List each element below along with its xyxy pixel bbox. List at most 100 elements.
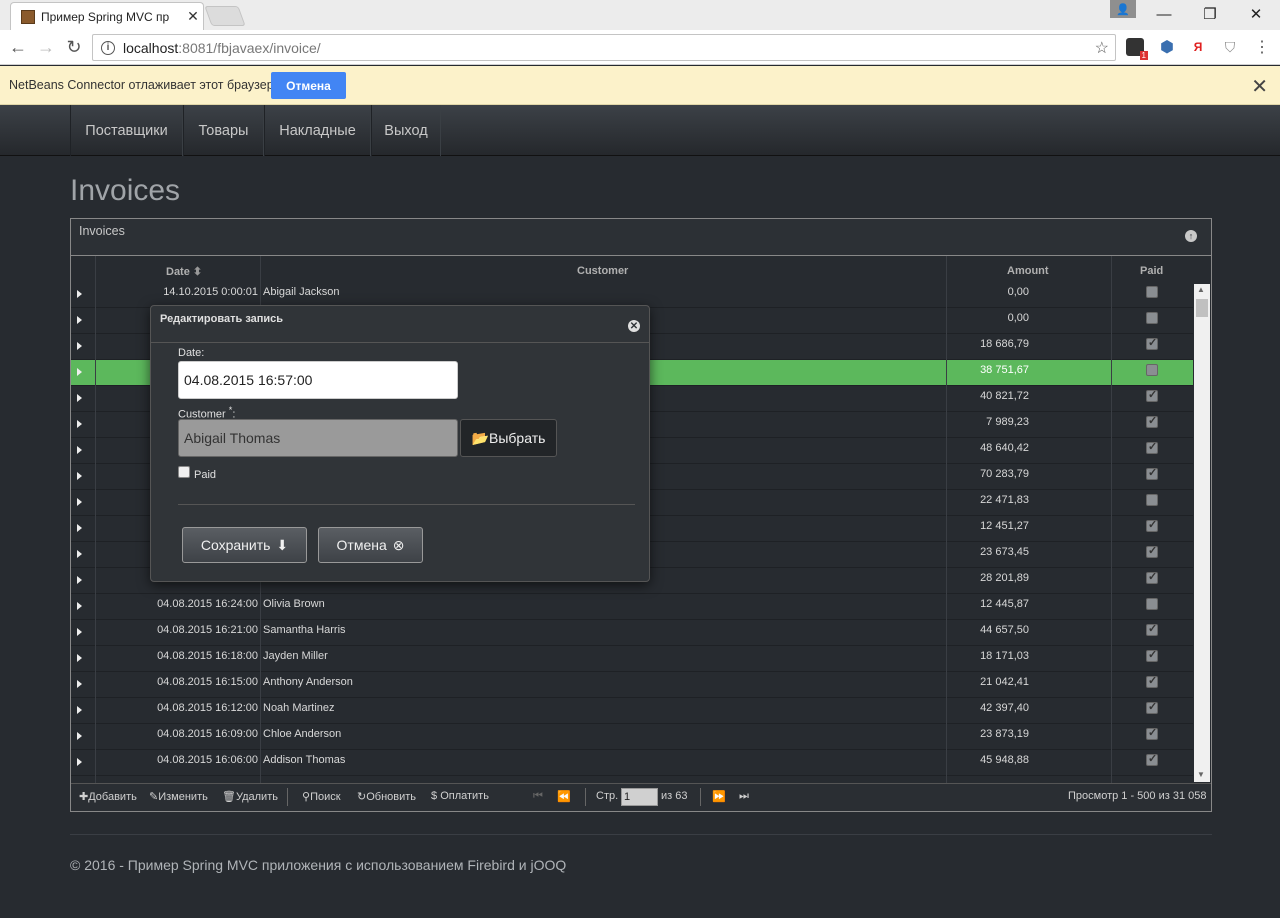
- row-expand-icon[interactable]: [77, 576, 82, 584]
- footer-divider: [70, 834, 1212, 835]
- table-row[interactable]: 04.08.2015 16:21:00 Samantha Harris 44 657…: [71, 620, 1193, 646]
- row-expand-icon[interactable]: [77, 602, 82, 610]
- date-field[interactable]: 04.08.2015 16:57:00: [178, 361, 458, 399]
- cell-amount: 22 471,83: [980, 494, 1029, 506]
- table-row[interactable]: 04.08.2015 16:12:00 Noah Martinez 42 397,4…: [71, 698, 1193, 724]
- collapse-icon[interactable]: ↑: [1185, 230, 1197, 242]
- footer-text: © 2016 - Пример Spring MVC приложения с …: [70, 857, 567, 873]
- dollar-icon: $: [431, 790, 441, 802]
- close-window-button[interactable]: ✕: [1234, 0, 1278, 28]
- choose-label: Выбрать: [489, 430, 546, 446]
- cell-customer: Jayden Miller: [263, 650, 328, 662]
- nav-item-suppliers[interactable]: Поставщики: [70, 105, 183, 156]
- delete-button[interactable]: 🗑Удалить: [222, 790, 278, 803]
- edit-label: Изменить: [158, 791, 208, 803]
- cell-amount: 48 640,42: [980, 442, 1029, 454]
- nav-item-products[interactable]: Товары: [183, 105, 264, 156]
- cell-amount: 21 042,41: [980, 676, 1029, 688]
- address-bar[interactable]: i localhost:8081/fbjavaex/invoice/ ☆: [92, 34, 1116, 61]
- refresh-button[interactable]: ↻Обновить: [357, 790, 416, 803]
- cell-paid-checkbox: [1146, 518, 1158, 532]
- cell-amount: 7 989,23: [986, 416, 1029, 428]
- info-icon[interactable]: i: [101, 40, 115, 55]
- pay-button[interactable]: $ Оплатить: [431, 790, 489, 802]
- view-info: Просмотр 1 - 500 из 31 058: [1068, 790, 1207, 802]
- extension-netbeans-icon[interactable]: 1: [1126, 38, 1148, 60]
- edit-button[interactable]: ✎Изменить: [149, 790, 208, 803]
- back-icon[interactable]: ←: [6, 36, 30, 58]
- row-expand-icon[interactable]: [77, 446, 82, 454]
- browser-tab[interactable]: Пример Spring MVC пр ✕: [10, 2, 204, 30]
- header-amount[interactable]: Amount: [1007, 265, 1049, 277]
- url-host: localhost: [123, 39, 179, 56]
- save-button[interactable]: Сохранить ⬇: [182, 527, 307, 563]
- table-row[interactable]: 04.08.2015 16:24:00 Olivia Brown 12 445,87: [71, 594, 1193, 620]
- row-expand-icon[interactable]: [77, 394, 82, 402]
- row-expand-icon[interactable]: [77, 758, 82, 766]
- grid-scrollbar[interactable]: [1194, 284, 1210, 782]
- header-date[interactable]: Date ⬍: [166, 265, 202, 278]
- page-number-input[interactable]: [621, 788, 658, 806]
- row-expand-icon[interactable]: [77, 706, 82, 714]
- download-icon: ⬇: [276, 536, 289, 553]
- reload-icon[interactable]: ↻: [62, 36, 86, 58]
- row-expand-icon[interactable]: [77, 680, 82, 688]
- row-expand-icon[interactable]: [77, 420, 82, 428]
- extension-cube-icon[interactable]: ⬢: [1158, 38, 1176, 56]
- row-expand-icon[interactable]: [77, 498, 82, 506]
- row-expand-icon[interactable]: [77, 654, 82, 662]
- col-divider: [946, 256, 947, 783]
- table-row[interactable]: 04.08.2015 16:15:00 Anthony Anderson 21 04…: [71, 672, 1193, 698]
- customer-field[interactable]: Abigail Thomas: [178, 419, 458, 457]
- table-row[interactable]: 04.08.2015 16:09:00 Chloe Anderson 23 873,…: [71, 724, 1193, 750]
- delete-label: Удалить: [235, 791, 278, 803]
- maximize-button[interactable]: ❐: [1188, 0, 1232, 28]
- scroll-down-icon[interactable]: ▼: [1197, 770, 1205, 779]
- row-expand-icon[interactable]: [77, 732, 82, 740]
- cell-paid-checkbox: [1146, 544, 1158, 558]
- cancel-button[interactable]: Отмена ⊗: [318, 527, 423, 563]
- cell-customer: Chloe Anderson: [263, 728, 342, 740]
- paid-checkbox[interactable]: [178, 466, 190, 478]
- row-expand-icon[interactable]: [77, 316, 82, 324]
- minimize-button[interactable]: —: [1142, 0, 1186, 28]
- last-page-icon[interactable]: ⏭: [739, 790, 749, 803]
- table-row[interactable]: 04.08.2015 16:06:00 Addison Thomas 45 948,…: [71, 750, 1193, 776]
- cell-paid-checkbox: [1146, 598, 1158, 610]
- grid-scrollbar-thumb[interactable]: [1196, 299, 1208, 317]
- choose-customer-button[interactable]: 📂 Выбрать: [460, 419, 557, 457]
- profile-icon[interactable]: 👤: [1110, 0, 1136, 18]
- row-expand-icon[interactable]: [77, 342, 82, 350]
- scroll-up-icon[interactable]: ▲: [1197, 285, 1205, 294]
- next-page-icon[interactable]: ⏩: [712, 790, 726, 803]
- sort-icon[interactable]: ⬍: [193, 266, 202, 278]
- bookmark-star-icon[interactable]: ☆: [1095, 38, 1109, 58]
- nav-item-exit[interactable]: Выход: [371, 105, 441, 156]
- row-expand-icon[interactable]: [77, 472, 82, 480]
- dialog-close-icon[interactable]: ✕: [628, 320, 640, 332]
- infobar-close-icon[interactable]: ✕: [1251, 74, 1268, 99]
- row-expand-icon[interactable]: [77, 368, 82, 376]
- table-row[interactable]: 04.08.2015 16:18:00 Jayden Miller 18 171,0…: [71, 646, 1193, 672]
- header-customer[interactable]: Customer: [577, 265, 628, 277]
- tab-close-icon[interactable]: ✕: [183, 8, 203, 25]
- extension-yandex-icon[interactable]: Я: [1189, 38, 1207, 56]
- row-expand-icon[interactable]: [77, 550, 82, 558]
- nav-item-invoices[interactable]: Накладные: [264, 105, 371, 156]
- cell-amount: 70 283,79: [980, 468, 1029, 480]
- cell-amount: 23 873,19: [980, 728, 1029, 740]
- forward-icon[interactable]: →: [34, 36, 58, 58]
- first-page-icon[interactable]: ⏮: [533, 790, 543, 803]
- row-expand-icon[interactable]: [77, 628, 82, 636]
- row-expand-icon[interactable]: [77, 524, 82, 532]
- date-label: Date:: [178, 347, 205, 359]
- new-tab-button[interactable]: [204, 6, 246, 26]
- extension-pdf-icon[interactable]: ⛉: [1221, 38, 1239, 56]
- add-button[interactable]: ✚Добавить: [79, 790, 137, 803]
- infobar-cancel-button[interactable]: Отмена: [271, 72, 346, 99]
- browser-menu-icon[interactable]: ⋮: [1253, 38, 1271, 56]
- row-expand-icon[interactable]: [77, 290, 82, 298]
- search-button[interactable]: ⚲Поиск: [302, 790, 341, 803]
- prev-page-icon[interactable]: ⏪: [557, 790, 571, 803]
- header-paid[interactable]: Paid: [1140, 265, 1163, 277]
